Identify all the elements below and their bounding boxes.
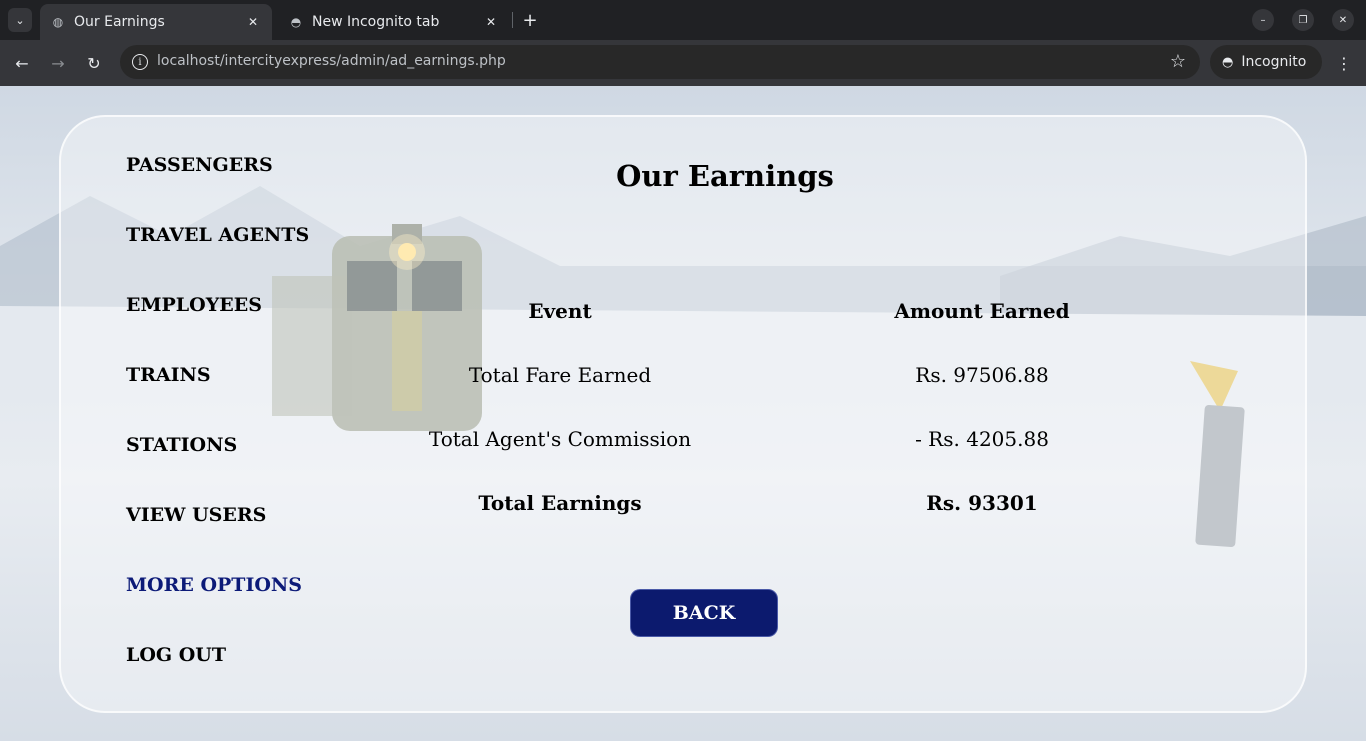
back-arrow-icon[interactable]: ← (10, 51, 34, 75)
incognito-label: Incognito (1241, 54, 1307, 70)
globe-icon: ◍ (52, 15, 64, 29)
tab-title: Our Earnings (74, 14, 165, 30)
table-cell-total-amount: Rs. 93301 (926, 491, 1038, 515)
back-button[interactable]: BACK (630, 589, 778, 637)
sidebar-item-log-out[interactable]: LOG OUT (126, 644, 226, 666)
table-header-event: Event (528, 299, 592, 323)
url-text[interactable]: localhost/intercityexpress/admin/ad_earn… (157, 53, 506, 69)
reload-icon[interactable]: ↻ (82, 51, 106, 75)
tab-new-incognito[interactable]: ◓ New Incognito tab ✕ (278, 4, 510, 40)
tab-search-chevron-icon[interactable]: ⌄ (8, 8, 32, 32)
table-cell-amount: - Rs. 4205.88 (915, 427, 1049, 451)
bookmark-star-icon[interactable]: ☆ (1170, 51, 1186, 72)
page-viewport: PASSENGERS TRAVEL AGENTS EMPLOYEES TRAIN… (0, 86, 1366, 741)
tab-title: New Incognito tab (312, 14, 440, 30)
incognito-profile-chip[interactable]: ◓ Incognito (1210, 45, 1322, 79)
menu-kebab-icon[interactable]: ⋮ (1334, 51, 1354, 75)
sidebar-item-more-options[interactable]: MORE OPTIONS (126, 574, 302, 596)
tab-separator (512, 12, 513, 28)
browser-tab-bar: ⌄ ◍ Our Earnings ✕ ◓ New Incognito tab ✕… (0, 0, 1366, 40)
sidebar-item-trains[interactable]: TRAINS (126, 364, 211, 386)
sidebar-item-view-users[interactable]: VIEW USERS (126, 504, 266, 526)
table-cell-event: Total Agent's Commission (428, 427, 692, 451)
window-close-icon[interactable]: ✕ (1332, 9, 1354, 31)
incognito-icon: ◓ (290, 15, 302, 29)
tab-close-icon[interactable]: ✕ (482, 13, 500, 31)
tab-our-earnings[interactable]: ◍ Our Earnings ✕ (40, 4, 272, 40)
forward-arrow-icon[interactable]: → (46, 51, 70, 75)
new-tab-plus-icon[interactable]: + (519, 8, 541, 32)
page-title: Our Earnings (616, 159, 834, 193)
browser-toolbar: ← → ↻ i localhost/intercityexpress/admin… (0, 40, 1366, 86)
table-cell-total-label: Total Earnings (478, 491, 642, 515)
address-bar[interactable]: i localhost/intercityexpress/admin/ad_ea… (120, 45, 1200, 79)
sidebar-item-employees[interactable]: EMPLOYEES (126, 294, 262, 316)
sidebar-item-stations[interactable]: STATIONS (126, 434, 237, 456)
table-cell-amount: Rs. 97506.88 (915, 363, 1049, 387)
table-header-amount: Amount Earned (894, 299, 1070, 323)
restore-icon[interactable]: ❐ (1292, 9, 1314, 31)
table-cell-event: Total Fare Earned (468, 363, 652, 387)
tab-close-icon[interactable]: ✕ (244, 13, 262, 31)
incognito-icon: ◓ (1222, 54, 1234, 70)
content-card: PASSENGERS TRAVEL AGENTS EMPLOYEES TRAIN… (59, 115, 1307, 713)
sidebar-item-travel-agents[interactable]: TRAVEL AGENTS (126, 224, 309, 246)
minimize-icon[interactable]: – (1252, 9, 1274, 31)
site-info-icon[interactable]: i (132, 54, 148, 70)
